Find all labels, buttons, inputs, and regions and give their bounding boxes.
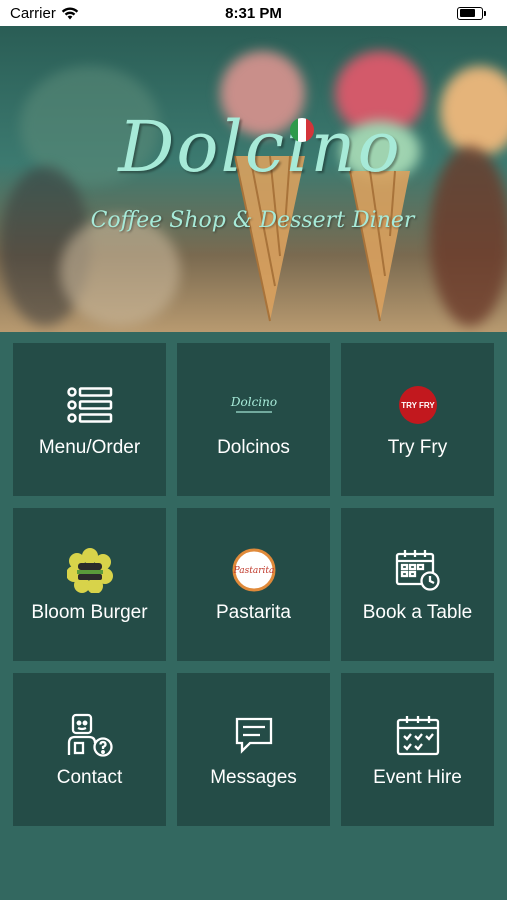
list-icon [66, 383, 114, 427]
pastarita-logo-text: Pastarita [232, 566, 274, 576]
brand-tagline: Coffee Shop & Dessert Diner [90, 208, 415, 233]
message-icon [230, 713, 278, 757]
tile-label: Bloom Burger [31, 602, 148, 623]
tile-messages[interactable]: Messages [177, 673, 330, 826]
bloom-burger-logo [66, 548, 114, 593]
tile-label: Book a Table [362, 602, 473, 623]
status-bar: Carrier 8:31 PM [0, 0, 507, 26]
tile-try-fry[interactable]: TRY FRY Try Fry [341, 343, 494, 496]
ice-cream-cone-illustration [349, 170, 410, 322]
italian-flag-icon [290, 118, 314, 142]
tile-pastarita[interactable]: Pastarita Pastarita [177, 508, 330, 661]
tile-label: Event Hire [373, 767, 462, 788]
carrier-info: Carrier [10, 5, 79, 22]
tile-label: Menu/Order [38, 437, 141, 458]
dolcino-logo: Dolcino [230, 383, 278, 427]
try-fry-logo: TRY FRY [394, 383, 442, 427]
carrier-label: Carrier [10, 4, 56, 22]
pastarita-logo: Pastarita [230, 548, 278, 592]
tile-label: Messages [210, 767, 297, 788]
tile-book-a-table[interactable]: Book a Table [341, 508, 494, 661]
tile-bloom-burger[interactable]: Bloom Burger [13, 508, 166, 661]
tile-dolcinos[interactable]: Dolcino Dolcinos [177, 343, 330, 496]
try-fry-logo-text: TRY FRY [401, 401, 435, 410]
tile-label: Try Fry [387, 437, 448, 458]
calendar-clock-icon [394, 548, 442, 592]
tile-label: Pastarita [216, 602, 291, 623]
tile-label: Contact [56, 767, 123, 788]
dolcino-logo-text: Dolcino [230, 395, 277, 409]
brand-name: Dolcino [118, 106, 402, 188]
wifi-icon [61, 7, 79, 19]
tile-menu-order[interactable]: Menu/Order [13, 343, 166, 496]
tile-event-hire[interactable]: Event Hire [341, 673, 494, 826]
hero-banner: Dolcino Coffee Shop & Dessert Diner [0, 26, 507, 332]
calendar-check-icon [394, 713, 442, 757]
contact-support-icon [66, 713, 114, 757]
menu-grid: Menu/Order Dolcino Dolcinos TRY FRY Try … [13, 343, 495, 826]
tile-label: Dolcinos [217, 437, 290, 458]
tile-contact[interactable]: Contact [13, 673, 166, 826]
battery-icon [457, 6, 486, 20]
